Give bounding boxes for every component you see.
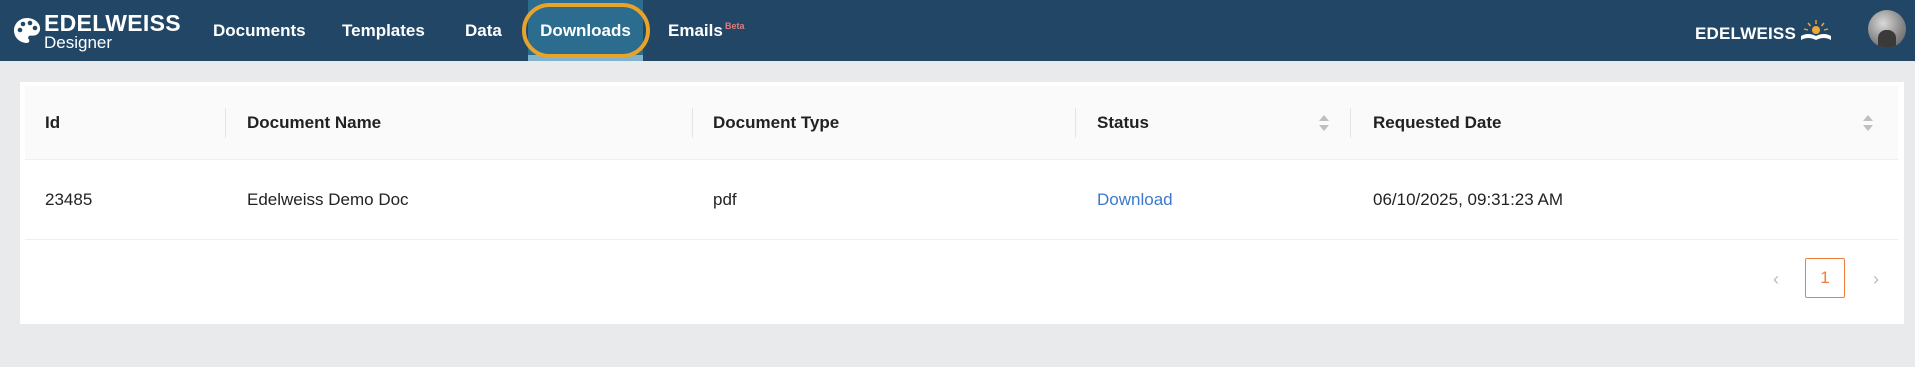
sort-status-icon[interactable] (1318, 115, 1330, 133)
edelweiss-logo: EDELWEISS (1695, 18, 1835, 46)
chevron-right-icon[interactable]: › (1866, 269, 1886, 289)
brand-subtitle: Designer (44, 33, 113, 52)
brand-name: EDELWEISS (44, 10, 181, 36)
pagination-page-1[interactable]: 1 (1805, 258, 1845, 298)
cell-requested-date: 06/10/2025, 09:31:23 AM (1373, 190, 1563, 209)
column-divider (692, 108, 693, 138)
column-divider (1350, 108, 1351, 138)
nav-emails[interactable]: Emails Beta (668, 0, 745, 61)
nav-emails-label: Emails (668, 21, 723, 40)
cell-document-type: pdf (713, 190, 737, 209)
top-navbar: EDELWEISS Designer Documents Templates D… (0, 0, 1915, 61)
sort-requested-date-icon[interactable] (1862, 115, 1874, 133)
cell-document-name: Edelweiss Demo Doc (247, 190, 409, 209)
col-status[interactable]: Status (1097, 86, 1149, 160)
column-divider (225, 108, 226, 138)
palette-icon (14, 18, 41, 43)
chevron-left-icon[interactable]: ‹ (1766, 269, 1786, 289)
table-row: 23485 Edelweiss Demo Doc pdf Download 06… (25, 160, 1898, 240)
download-link[interactable]: Download (1097, 160, 1173, 240)
nav-templates[interactable]: Templates (342, 0, 425, 61)
nav-documents[interactable]: Documents (213, 0, 306, 61)
sun-book-icon (1801, 20, 1831, 40)
nav-data[interactable]: Data (465, 0, 502, 61)
table-header: Id Document Name Document Type Status Re… (25, 86, 1898, 160)
downloads-card: Id Document Name Document Type Status Re… (20, 82, 1904, 324)
column-divider (1075, 108, 1076, 138)
col-document-name: Document Name (247, 113, 382, 132)
col-requested-date[interactable]: Requested Date (1373, 86, 1501, 160)
col-id: Id (45, 113, 61, 132)
nav-downloads[interactable]: Downloads (528, 0, 643, 61)
cell-id: 23485 (45, 190, 93, 209)
beta-badge: Beta (725, 21, 745, 31)
col-document-type: Document Type (713, 113, 840, 132)
brand-logo[interactable]: EDELWEISS Designer (11, 10, 181, 52)
user-avatar[interactable] (1868, 10, 1906, 48)
edelweiss-logo-text: EDELWEISS (1695, 24, 1796, 43)
